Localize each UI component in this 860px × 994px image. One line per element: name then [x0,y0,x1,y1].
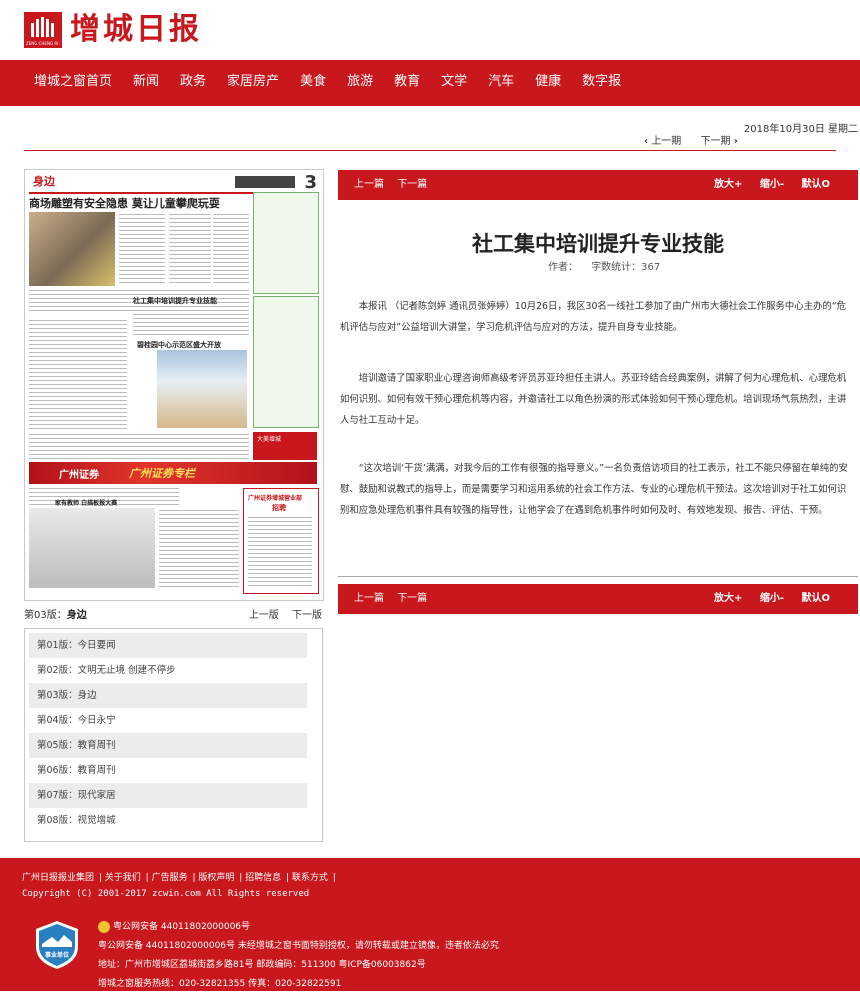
reset-zoom-button[interactable]: 默认O [801,593,830,604]
footer-icp-1[interactable]: 粤公网安备 44011802000006号 [113,922,250,932]
nav-item-home[interactable]: 增城之窗首页 [34,60,112,106]
nav-item-epaper[interactable]: 数字报 [582,60,621,106]
thumbnail-text-col [213,214,249,284]
thumbnail-text-col [119,214,165,284]
thumbnail-text-col [29,320,127,430]
page-list-item[interactable]: 第04版：今日永宁 [29,708,307,733]
thumbnail-photo-2 [157,350,247,428]
article-meta: 作者： 字数统计：367 [548,258,670,273]
next-page-link[interactable]: 下一版 [292,610,322,621]
page-list-item[interactable]: 第06版：教育周刊 [29,758,307,783]
site-logo[interactable]: ZENG CHENG RI BAO [24,12,62,48]
chevron-right-icon: › [733,136,738,147]
thumbnail-text-col [159,510,239,590]
logo-text: ZENG CHENG RI BAO [26,41,60,46]
article-paragraph: “这次培训‘干货’满满，对我今后的工作有很强的指导意义。”一名负责倍访项目的社工… [340,463,848,516]
article-paragraph: 培训邀请了国家职业心理咨询师高级考评员苏亚玲担任主讲人。苏亚玲结合经典案例，讲解… [340,373,847,426]
next-article-link[interactable]: 下一篇 [397,593,427,604]
page-list-item[interactable]: 第08版：视觉增城 [29,808,307,833]
thumbnail-section: 身边 [33,175,55,188]
page-list-item[interactable]: 第07版：现代家居 [29,783,307,808]
page-list-item[interactable]: 第01版：今日要闻 [29,633,307,658]
footer-address: 地址：广州市增城区荔城街荔乡路81号 邮政编码：511300 粤ICP备0600… [98,960,426,970]
thumbnail-weather-box [253,192,319,294]
thumbnail-chart-block [29,508,155,588]
nav-item-travel[interactable]: 旅游 [347,60,373,106]
prev-page-link[interactable]: 上一版 [249,610,279,621]
zoom-in-button[interactable]: 放大+ [714,593,742,604]
page-list-item[interactable]: 第05版：教育周刊 [29,733,307,758]
footer-link-jobs[interactable]: 招聘信息 [245,873,281,883]
prev-article-link[interactable]: 上一篇 [354,179,384,190]
thumbnail-headline: 商场雕塑有安全隐患 莫让儿童攀爬玩耍 [29,197,220,210]
page-thumbnail[interactable]: 身边 3 商场雕塑有安全隐患 莫让儿童攀爬玩耍 社工集中培训提升专业技能 碧桂园… [24,169,324,601]
footer-info: 粤公网安备 44011802000006号 粤公网安备 440118020000… [98,918,499,994]
article-author: 作者： [548,262,578,273]
police-badge-icon [98,920,110,933]
prev-issue-link[interactable]: ‹ 上一期 [644,136,681,147]
current-page-name: 身边 [66,610,87,621]
thumbnail-text-col [169,214,211,284]
nav-item-food[interactable]: 美食 [300,60,326,106]
footer: 广州日报报业集团 | 关于我们 | 广告服务 | 版权声明 | 招聘信息 | 联… [0,858,860,991]
article-paragraph: 本报讯 （记者陈剑婷 通讯员张婷婷）10月26日，我区30名一线社工参加了由广州… [340,301,847,333]
header: ZENG CHENG RI BAO 增城日报 [0,0,860,60]
zoom-out-button[interactable]: 缩小- [760,593,784,604]
public-institution-badge[interactable]: 事业单位 [34,920,80,970]
main-nav: 增城之窗首页 新闻 政务 家居房产 美食 旅游 教育 文学 汽车 健康 数字报 [0,60,860,106]
footer-copyright: Copyright (C) 2001-2017 zcwin.com All Ri… [22,889,310,899]
current-page-line: 第03版：身边 上一版 下一版 [24,606,322,621]
next-article-link[interactable]: 下一篇 [397,179,427,190]
thumbnail-subhead-2: 碧桂园中心示范区盛大开放 [137,341,221,349]
site-brand[interactable]: 增城日报 [70,10,202,50]
thumbnail-recruit-box: 广州证券增城营业部 招聘 [243,488,319,594]
header-divider [24,150,836,151]
nav-item-education[interactable]: 教育 [394,60,420,106]
article-toolbar-bottom: 上一篇 下一篇 放大+ 缩小- 默认O [338,584,858,614]
nav-item-health[interactable]: 健康 [535,60,561,106]
thumbnail-text-col [29,434,249,460]
footer-hotline: 增城之窗服务热线：020-32821355 传真：020-32822591 [98,979,342,989]
article-toolbar-top: 上一篇 下一篇 放大+ 缩小- 默认O [338,170,858,200]
logo-mark [29,17,57,37]
thumbnail-ad-small: 大美增城 [253,432,317,460]
footer-link-about[interactable]: 关于我们 [105,873,141,883]
prev-article-link[interactable]: 上一篇 [354,593,384,604]
thumbnail-page-number: 3 [304,172,317,193]
footer-link-contact[interactable]: 联系方式 [292,873,328,883]
thumbnail-subhead-1: 社工集中培训提升专业技能 [133,297,217,305]
current-page-prefix: 第03版： [24,610,67,621]
nav-item-government[interactable]: 政务 [180,60,206,106]
next-issue-link[interactable]: 下一期 › [701,136,738,147]
article-title: 社工集中培训提升专业技能 [472,232,724,256]
nav-item-literature[interactable]: 文学 [441,60,467,106]
page-list-item[interactable]: 第02版：文明无止境 创建不停步 [29,658,307,683]
nav-item-news[interactable]: 新闻 [133,60,159,106]
nav-item-auto[interactable]: 汽车 [488,60,514,106]
footer-link-copyright[interactable]: 版权声明 [198,873,234,883]
thumbnail-ad-banner: 广州证券 广州证券专栏 [29,462,317,484]
page-list-item[interactable]: 第03版：身边 [29,683,307,708]
nav-item-realestate[interactable]: 家居房产 [227,60,279,106]
chevron-left-icon: ‹ [644,136,649,147]
shield-icon [36,921,78,969]
thumbnail-masthead [235,176,295,188]
thumbnail-header: 身边 3 [29,172,319,194]
thumbnail-text-col [133,306,249,336]
issue-date: 2018年10月30日 星期二 [743,124,858,135]
zoom-out-button[interactable]: 缩小- [760,179,784,190]
reset-zoom-button[interactable]: 默认O [801,179,830,190]
thumbnail-bottom-title: 家有教师 白描板报大赛 [55,500,118,507]
footer-icp-2: 粤公网安备 44011802000006号 未经增城之窗书面特别授权，请勿转载或… [98,941,499,951]
footer-link-group[interactable]: 广州日报报业集团 [22,873,94,883]
article-divider [338,576,858,577]
thumbnail-photo-1 [29,212,115,286]
footer-links: 广州日报报业集团 | 关于我们 | 广告服务 | 版权声明 | 招聘信息 | 联… [22,873,336,883]
article-word-count: 字数统计：367 [591,262,661,273]
footer-link-ads[interactable]: 广告服务 [152,873,188,883]
thumbnail-side-box [253,296,319,428]
zoom-in-button[interactable]: 放大+ [714,179,742,190]
issue-pager: ‹ 上一期 下一期 › [644,132,754,147]
page-list: 第01版：今日要闻 第02版：文明无止境 创建不停步 第03版：身边 第04版：… [24,628,323,842]
